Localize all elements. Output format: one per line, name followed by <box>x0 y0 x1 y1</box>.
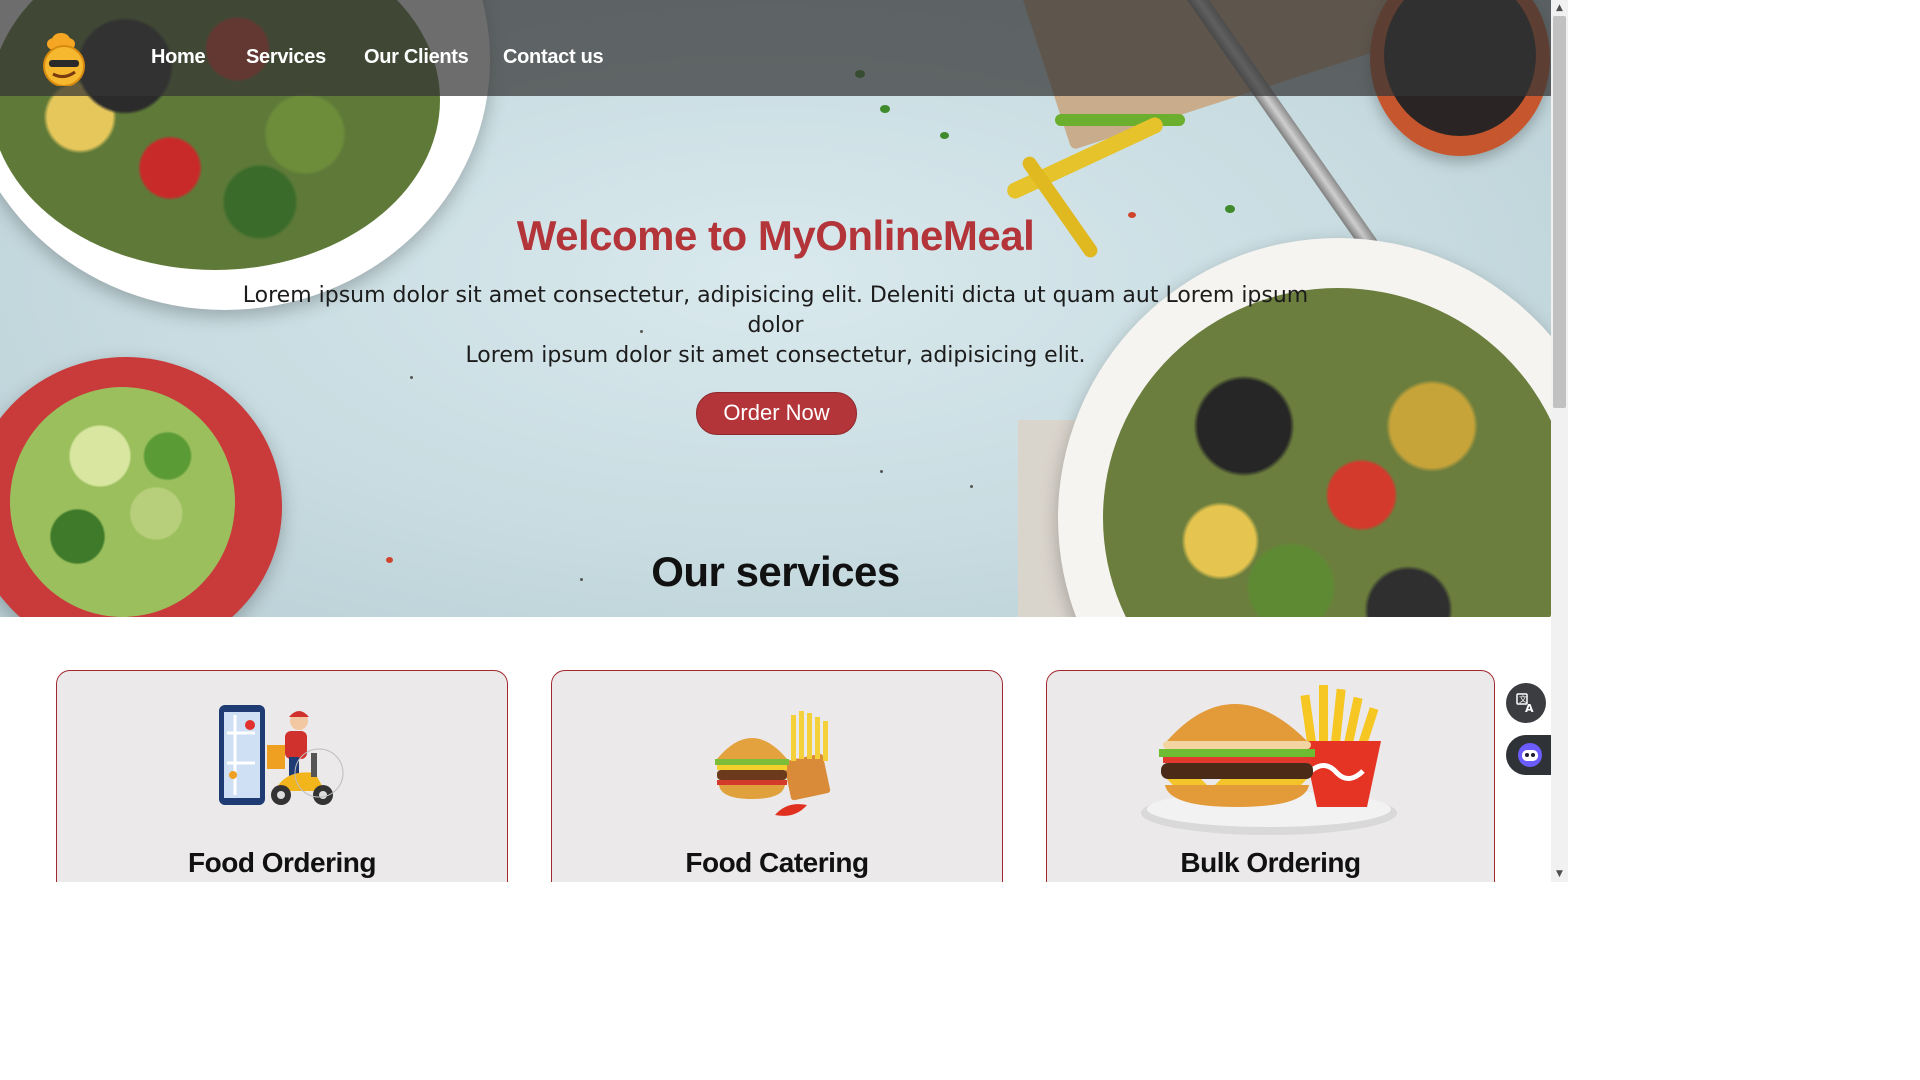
nav-link-services[interactable]: Services <box>246 46 326 69</box>
herb-speck <box>940 132 949 139</box>
service-card-bulk-ordering[interactable]: Bulk Ordering <box>1046 670 1495 882</box>
hero-title: Welcome to MyOnlineMeal <box>516 212 1035 259</box>
nav-link-our-clients[interactable]: Our Clients <box>364 46 469 69</box>
burger-fries-icon <box>707 707 847 830</box>
green-chili-image <box>1055 114 1185 126</box>
service-card-title: Food Ordering <box>188 847 376 878</box>
assistant-bot-icon[interactable] <box>1506 735 1554 775</box>
pepper-speck <box>410 376 413 379</box>
translate-icon[interactable]: 文 A <box>1506 683 1546 723</box>
nav-link-home[interactable]: Home <box>151 46 206 69</box>
top-navbar: Home Services Our Clients Contact us <box>0 0 1551 96</box>
delivery-scooter-icon <box>215 703 349 818</box>
services-heading: Our services <box>651 548 900 595</box>
nav-link-contact-us[interactable]: Contact us <box>503 46 604 69</box>
service-card-food-catering[interactable]: Food Catering <box>551 670 1003 882</box>
herb-speck <box>880 105 890 113</box>
big-burger-fries-icon <box>1140 681 1401 842</box>
service-card-food-ordering[interactable]: Food Ordering <box>56 670 508 882</box>
scroll-up-arrow-icon[interactable]: ▲ <box>1551 0 1568 16</box>
chef-emoji-logo-icon[interactable] <box>41 30 87 87</box>
service-card-title: Bulk Ordering <box>1180 847 1361 878</box>
svg-text:A: A <box>1525 702 1534 714</box>
scrollbar-thumb[interactable] <box>1553 16 1566 408</box>
hero-subtitle-line-2: Lorem ipsum dolor sit amet consectetur, … <box>465 343 1086 368</box>
hero-subtitle-line-1: Lorem ipsum dolor sit amet consectetur, … <box>242 283 1309 338</box>
pepper-speck <box>970 485 973 488</box>
hero-subtitle: Lorem ipsum dolor sit amet consectetur, … <box>225 281 1326 371</box>
pepper-speck <box>880 470 883 473</box>
scroll-down-arrow-icon[interactable]: ▼ <box>1551 866 1568 882</box>
service-card-title: Food Catering <box>685 847 869 878</box>
order-now-button[interactable]: Order Now <box>696 392 857 435</box>
page: Home Services Our Clients Contact us Wel… <box>0 0 1568 882</box>
